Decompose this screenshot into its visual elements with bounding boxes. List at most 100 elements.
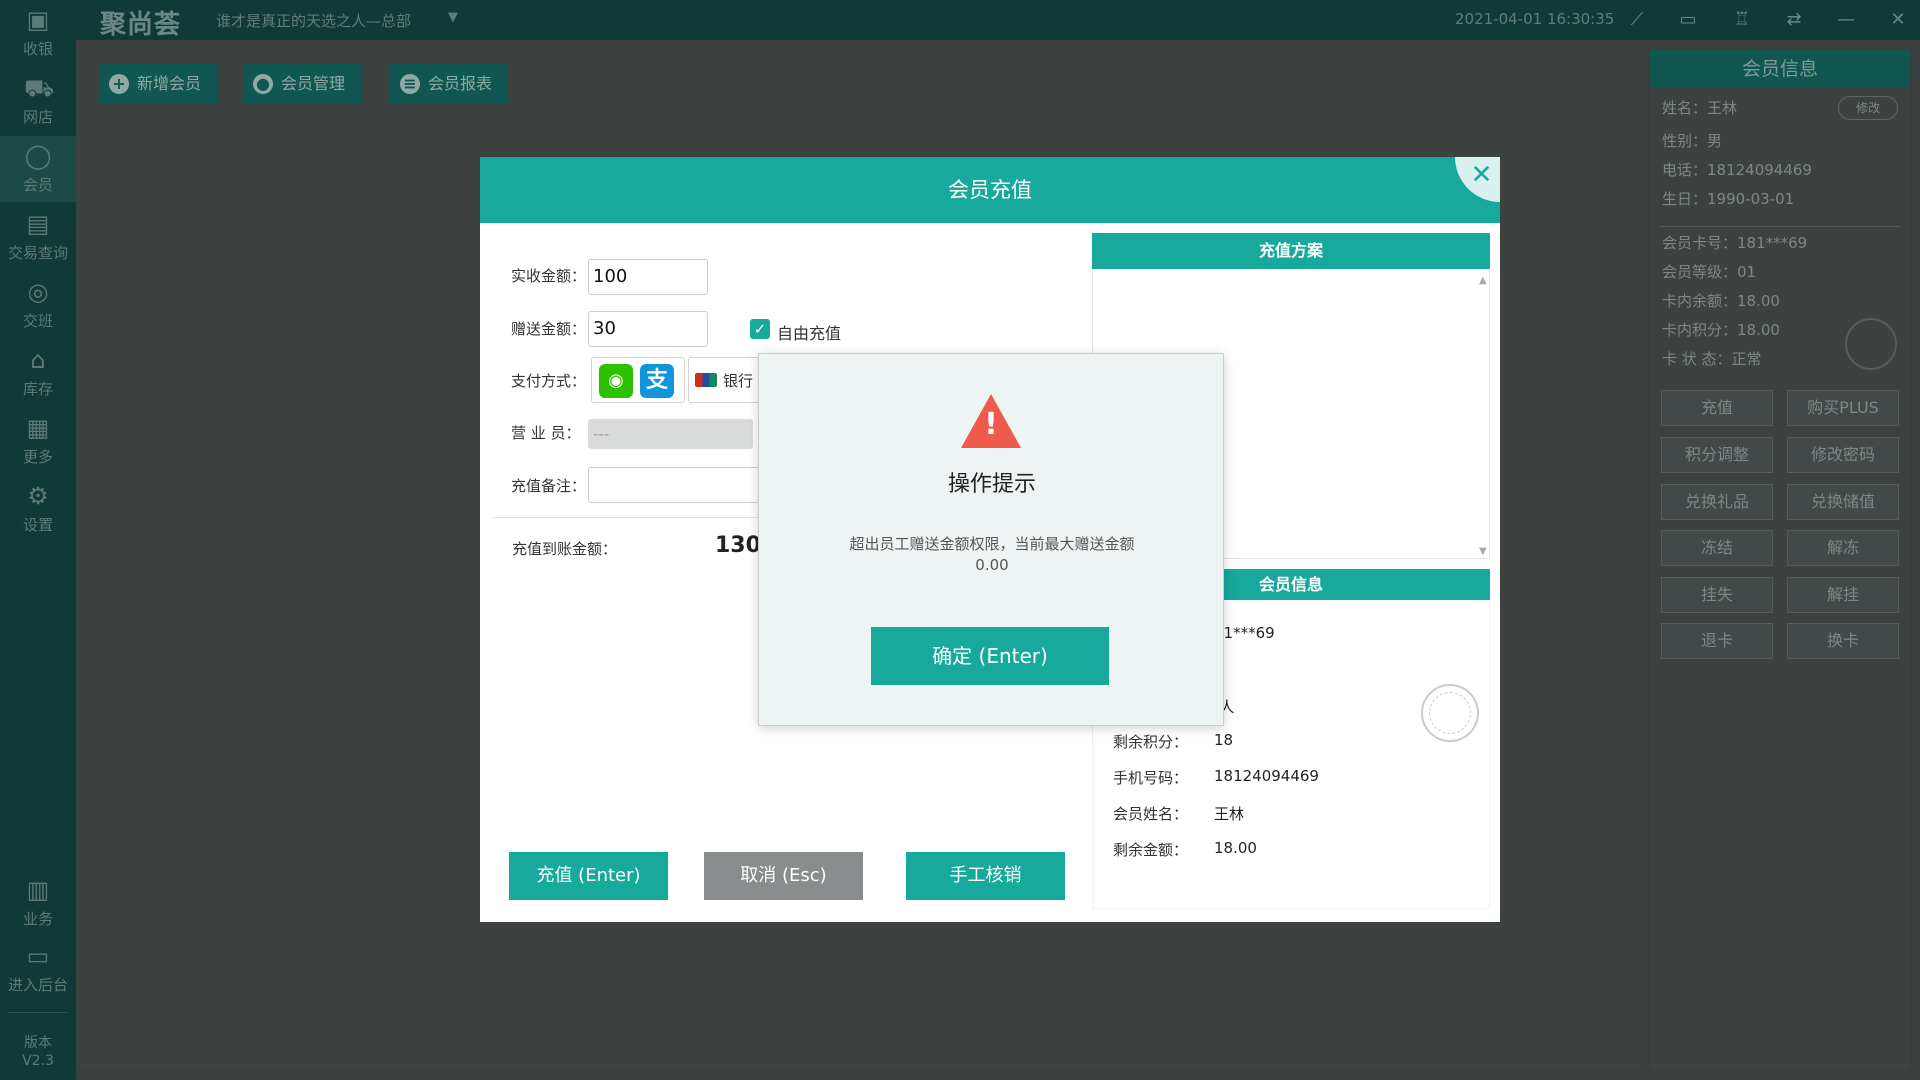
version-label: 版本 [24, 1035, 52, 1051]
return-card-button[interactable]: 退卡 [1661, 623, 1773, 659]
panel-divider [1660, 226, 1900, 227]
free-recharge-checkbox[interactable]: ✓ [750, 319, 770, 339]
sidebar: ▣ 收银 ⛟ 网店 ◯ 会员 ▤ 交易查询 ◎ 交班 ⌂ 库存 ▦ 更多 ⚙ 设 [0, 0, 76, 1080]
message-icon[interactable]: ▭ [1676, 8, 1700, 32]
stamp-inner-ring [1429, 692, 1471, 734]
alert-ok-button[interactable]: 确定 (Enter) [871, 627, 1109, 685]
unfreeze-button[interactable]: 解冻 [1787, 530, 1899, 566]
recharge-plan-title: 充值方案 [1092, 233, 1490, 269]
received-amount-input[interactable]: 100 [588, 259, 708, 295]
warning-exclamation: ! [984, 407, 998, 442]
info-name-label: 会员姓名： [1113, 805, 1189, 823]
alert-message: 超出员工赠送金额权限，当前最大赠送金额 0.00 [799, 534, 1185, 576]
plan-scrollbar[interactable]: ▲ ▼ [1479, 275, 1489, 557]
sidebar-divider [8, 1012, 68, 1013]
wechat-pay-icon[interactable]: ◉ [599, 364, 633, 398]
user-icon: ● [253, 74, 273, 94]
buy-plus-button[interactable]: 购买PLUS [1787, 390, 1899, 426]
adjust-points-button[interactable]: 积分调整 [1661, 437, 1773, 473]
version-info: 版本 V2.3 [0, 1034, 76, 1070]
switch-icon[interactable]: ⇄ [1782, 8, 1806, 32]
info-balance-label: 剩余金额： [1113, 841, 1189, 859]
alipay-icon[interactable]: 支 [640, 364, 674, 398]
recharge-button[interactable]: 充值 [1661, 390, 1773, 426]
sidebar-item-backend[interactable]: ▭ 进入后台 [0, 936, 76, 1002]
member-manage-button[interactable]: ● 会员管理 [243, 64, 361, 104]
store-selector[interactable]: 谁才是真正的天选之人—总部 [216, 10, 411, 31]
operation-alert-dialog: ! 操作提示 超出员工赠送金额权限，当前最大赠送金额 0.00 确定 (Ente… [758, 353, 1224, 726]
remark-label: 充值备注： [511, 477, 587, 495]
info-name-value: 王林 [1214, 805, 1245, 823]
sidebar-item-cashier[interactable]: ▣ 收银 [0, 0, 76, 66]
sidebar-item-handover[interactable]: ◎ 交班 [0, 272, 76, 338]
sidebar-item-label: 网店 [22, 108, 53, 126]
add-member-button[interactable]: + 新增会员 [99, 64, 217, 104]
shirt-icon[interactable]: ♖ [1730, 8, 1754, 32]
gift-amount-label: 赠送金额： [511, 320, 587, 338]
member-report-button[interactable]: ≡ 会员报表 [390, 64, 508, 104]
sidebar-item-label: 更多 [22, 448, 53, 466]
sidebar-item-label: 业务 [22, 910, 53, 928]
sidebar-item-label: 库存 [22, 380, 53, 398]
member-stamp-icon [1845, 318, 1897, 370]
info-balance-value: 18.00 [1214, 839, 1257, 857]
sidebar-item-member[interactable]: ◯ 会员 [0, 136, 76, 202]
sidebar-item-transactions[interactable]: ▤ 交易查询 [0, 204, 76, 270]
sidebar-item-business[interactable]: ▥ 业务 [0, 870, 76, 936]
bank-card-label: 银行 [723, 372, 754, 390]
alert-message-amount: 0.00 [975, 556, 1009, 574]
freeze-button[interactable]: 冻结 [1661, 530, 1773, 566]
member-phone: 电话：18124094469 [1662, 161, 1812, 179]
signal-icon: ⟋ [1630, 9, 1644, 30]
minimize-icon[interactable]: — [1834, 8, 1858, 32]
sidebar-item-settings[interactable]: ⚙ 设置 [0, 476, 76, 542]
recharge-confirm-button[interactable]: 充值 (Enter) [509, 852, 668, 900]
sidebar-item-label: 会员 [22, 176, 53, 194]
info-points-value: 18 [1214, 731, 1234, 749]
member-card-status: 卡 状 态：正常 [1662, 350, 1762, 368]
staff-select[interactable]: --- [588, 419, 753, 449]
redeem-gift-button[interactable]: 兑换礼品 [1661, 484, 1773, 520]
sidebar-item-label: 收银 [22, 40, 53, 58]
sidebar-item-label: 进入后台 [7, 976, 68, 994]
monitor-icon: ▭ [26, 942, 50, 970]
top-bar: 聚尚荟 谁才是真正的天选之人—总部 ▼ 2021-04-01 16:30:35 … [0, 0, 1920, 40]
change-password-button[interactable]: 修改密码 [1787, 437, 1899, 473]
staff-label: 营 业 员： [511, 424, 581, 442]
gift-amount-input[interactable]: 30 [588, 311, 708, 347]
cancel-button[interactable]: 取消 (Esc) [704, 852, 863, 900]
cancel-loss-button[interactable]: 解挂 [1787, 577, 1899, 613]
member-birthday: 生日：1990-03-01 [1662, 190, 1795, 208]
remark-input[interactable] [588, 467, 768, 503]
credited-amount-label: 充值到账金额： [512, 540, 618, 558]
member-level: 会员等级：01 [1662, 263, 1757, 281]
redeem-value-button[interactable]: 兑换储值 [1787, 484, 1899, 520]
unionpay-icon [695, 373, 717, 387]
sidebar-item-label: 交易查询 [7, 244, 68, 262]
plus-icon: + [109, 74, 129, 94]
alert-message-line: 超出员工赠送金额权限，当前最大赠送金额 [849, 535, 1135, 553]
received-amount-label: 实收金额： [511, 267, 587, 285]
sidebar-item-more[interactable]: ▦ 更多 [0, 408, 76, 474]
member-card-number: 会员卡号：181***69 [1662, 234, 1808, 252]
scroll-down-icon[interactable]: ▼ [1479, 546, 1487, 557]
info-phone-value: 18124094469 [1214, 767, 1319, 785]
store-icon: ⛟ [24, 74, 55, 102]
dialog-title: 会员充值 [480, 157, 1500, 223]
manual-writeoff-button[interactable]: 手工核销 [906, 852, 1065, 900]
sidebar-item-online-store[interactable]: ⛟ 网店 [0, 68, 76, 134]
member-info-title: 会员信息 [1650, 50, 1910, 88]
alert-title: 操作提示 [947, 472, 1036, 497]
grid-icon: ▦ [26, 414, 50, 442]
edit-member-button[interactable]: 修改 [1838, 96, 1898, 120]
member-stamp-icon [1421, 684, 1479, 742]
sidebar-item-inventory[interactable]: ⌂ 库存 [0, 340, 76, 406]
replace-card-button[interactable]: 换卡 [1787, 623, 1899, 659]
report-loss-button[interactable]: 挂失 [1661, 577, 1773, 613]
brand-logo: 聚尚荟 [100, 10, 182, 40]
chevron-down-icon[interactable]: ▼ [448, 10, 458, 25]
scroll-up-icon[interactable]: ▲ [1479, 275, 1487, 286]
member-points: 卡内积分：18.00 [1662, 321, 1780, 339]
sidebar-item-label: 设置 [22, 516, 53, 534]
close-window-icon[interactable]: ✕ [1886, 8, 1910, 32]
